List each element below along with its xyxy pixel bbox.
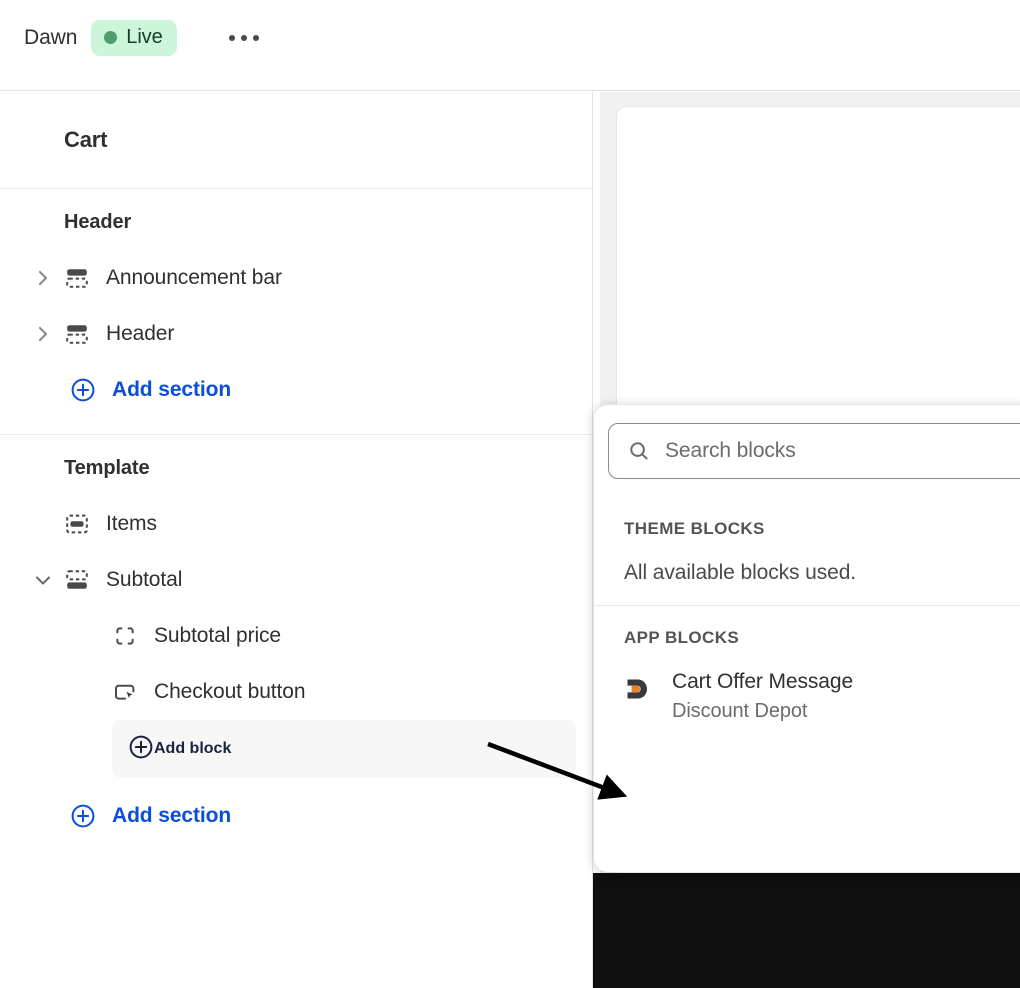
status-badge-label: Live	[126, 26, 163, 48]
more-dot-icon	[228, 35, 235, 41]
theme-blocks-heading: THEME BLOCKS	[624, 519, 765, 538]
pane-divider	[592, 92, 593, 988]
app-block-texts: Cart Offer Message Discount Depot	[672, 670, 853, 723]
sidebar-item-checkout-button[interactable]: Checkout button	[0, 664, 592, 720]
sidebar-item-label: Header	[106, 322, 175, 345]
sidebar-header: Cart	[0, 92, 592, 189]
sidebar-item-label: Subtotal	[106, 568, 183, 591]
more-dot-icon	[240, 35, 247, 41]
theme-editor-screen: Dawn Live Cart Header Announcement bar H…	[0, 0, 1020, 988]
chevron-right-icon[interactable]	[32, 267, 54, 289]
sidebar-group-template: Template Items Subtotal Subtotal price C…	[0, 434, 592, 860]
page-title: Cart	[64, 127, 108, 152]
top-bar-inner: Dawn Live	[0, 0, 267, 56]
more-options-button[interactable]	[221, 25, 267, 51]
add-section-label: Add section	[112, 804, 232, 827]
plus-circle-icon	[128, 734, 154, 765]
search-box[interactable]	[608, 423, 1020, 479]
subtotal-section-icon	[64, 567, 90, 593]
group-title-template: Template	[64, 457, 150, 479]
section-icon	[64, 265, 90, 291]
sidebar-item-announcement-bar[interactable]: Announcement bar	[0, 250, 592, 306]
plus-circle-icon	[70, 803, 96, 829]
sidebar-item-items[interactable]: Items	[0, 496, 592, 552]
sidebar-item-label: Announcement bar	[106, 266, 282, 289]
sidebar-group-header: Header Announcement bar Header Add secti…	[0, 189, 592, 434]
app-blocks-section: APP BLOCKS Cart Offer Message Discount D…	[594, 605, 1020, 743]
button-block-icon	[112, 679, 138, 705]
theme-blocks-empty-message: All available blocks used.	[624, 561, 857, 584]
chevron-down-icon[interactable]	[32, 569, 54, 591]
sidebar-item-label: Subtotal price	[154, 624, 282, 647]
block-icon	[112, 623, 138, 649]
add-block-label: Add block	[154, 740, 232, 757]
group-title-header: Header	[64, 211, 132, 233]
items-section-icon	[64, 511, 90, 537]
sidebar-item-subtotal[interactable]: Subtotal	[0, 552, 592, 608]
sidebar-item-label: Items	[106, 512, 157, 535]
preview-footer-area	[592, 873, 1020, 988]
status-badge: Live	[91, 20, 177, 56]
caret-placeholder	[32, 513, 54, 535]
app-blocks-heading: APP BLOCKS	[624, 628, 740, 647]
sidebar-item-subtotal-price[interactable]: Subtotal price	[0, 608, 592, 664]
add-section-button-template[interactable]: Add section	[0, 788, 592, 844]
add-section-button-header[interactable]: Add section	[0, 362, 592, 418]
status-dot-icon	[104, 31, 118, 44]
sections-sidebar: Cart Header Announcement bar Header Add …	[0, 92, 592, 988]
section-icon	[64, 321, 90, 347]
discount-depot-icon	[624, 674, 654, 704]
plus-circle-icon	[70, 377, 96, 403]
top-bar: Dawn Live	[0, 0, 1020, 91]
app-block-subtitle: Discount Depot	[672, 700, 808, 722]
search-icon	[627, 439, 651, 463]
theme-name: Dawn	[24, 26, 78, 49]
search-input[interactable]	[665, 439, 995, 463]
app-block-item-cart-offer-message[interactable]: Cart Offer Message Discount Depot	[624, 670, 1020, 723]
app-block-title: Cart Offer Message	[672, 670, 854, 693]
theme-blocks-section: THEME BLOCKS All available blocks used.	[594, 497, 1020, 605]
add-section-label: Add section	[112, 378, 232, 401]
block-picker-popover: THEME BLOCKS All available blocks used. …	[594, 404, 1020, 872]
sidebar-item-header[interactable]: Header	[0, 306, 592, 362]
more-dot-icon	[252, 35, 259, 41]
sidebar-item-label: Checkout button	[154, 680, 306, 703]
search-area	[594, 405, 1020, 497]
add-block-button[interactable]: Add block	[112, 720, 576, 778]
chevron-right-icon[interactable]	[32, 323, 54, 345]
